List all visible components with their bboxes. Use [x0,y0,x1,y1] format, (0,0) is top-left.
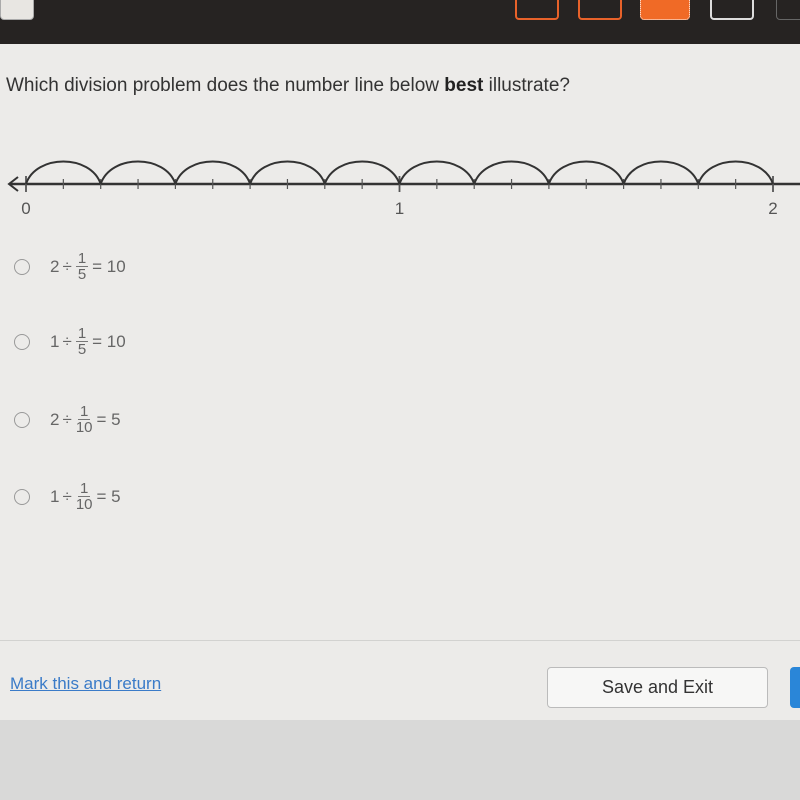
screen-bezel [0,720,800,800]
answer-choice[interactable]: 1 ÷ 1 10 = 5 [14,481,121,512]
fraction: 15 [75,325,89,358]
denominator: 10 [75,419,93,436]
numerator: 1 [75,325,89,342]
numerator: 1 [77,403,91,420]
toolbar-button[interactable] [710,0,754,20]
tick-label: 1 [395,199,404,218]
next-button[interactable] [790,667,800,708]
fraction: 1 10 [76,404,93,435]
numerator: 1 [77,480,91,497]
radio-button[interactable] [14,488,30,505]
result: = 10 [92,256,126,276]
toolbar-button[interactable] [578,0,622,20]
question-emphasis: best [444,75,484,96]
denominator: 10 [75,496,93,513]
divide-sign: ÷ [62,409,72,429]
question-text: Which division problem does the number l… [6,75,570,97]
divide-sign: ÷ [62,331,72,351]
toolbar-button-active[interactable] [640,0,690,20]
result: = 5 [96,486,121,506]
dividend: 1 [50,331,60,351]
save-and-exit-button[interactable]: Save and Exit [547,667,768,708]
fraction: 1 10 [76,481,93,512]
question-panel: Which division problem does the number l… [0,44,800,720]
radio-button[interactable] [14,411,30,428]
number-line: 0 1 2 [7,160,800,218]
divider [0,640,800,641]
denominator: 5 [77,341,87,358]
radio-button[interactable] [14,333,30,350]
tick-label: 2 [768,199,777,218]
denominator: 5 [77,266,87,283]
fraction: 15 [75,250,89,283]
divide-sign: ÷ [62,486,72,506]
question-prefix: Which division problem does the number l… [6,75,445,96]
answer-choice[interactable]: 2 ÷ 15 = 10 [14,251,126,282]
result: = 5 [96,409,121,429]
answer-choice[interactable]: 2 ÷ 1 10 = 5 [14,404,121,435]
question-suffix: illustrate? [483,75,570,96]
divide-sign: ÷ [62,256,72,276]
dividend: 2 [50,409,60,429]
toolbar-button[interactable] [515,0,559,20]
toolbar-button[interactable] [0,0,34,20]
toolbar-button[interactable] [776,0,800,20]
dividend: 2 [50,256,60,276]
tick-label: 0 [21,199,30,218]
numerator: 1 [75,250,89,267]
radio-button[interactable] [14,258,30,275]
mark-and-return-link[interactable]: Mark this and return [10,674,161,694]
top-toolbar [0,0,800,44]
result: = 10 [92,331,126,351]
dividend: 1 [50,486,60,506]
answer-choice[interactable]: 1 ÷ 15 = 10 [14,326,126,357]
